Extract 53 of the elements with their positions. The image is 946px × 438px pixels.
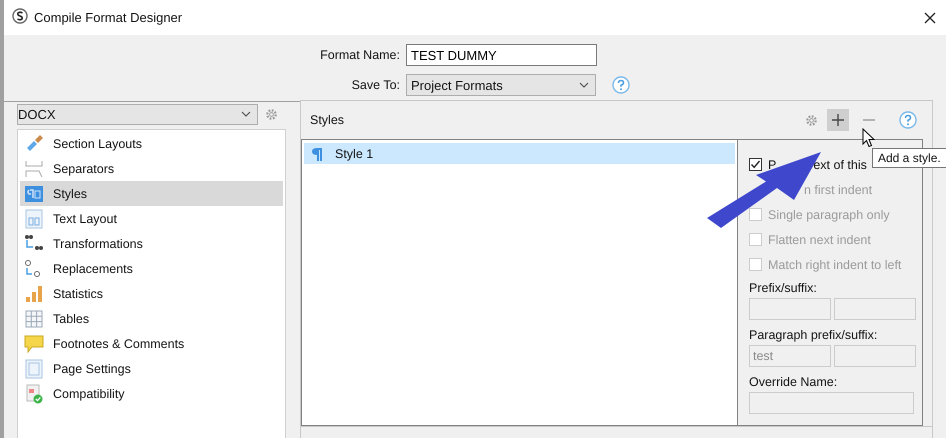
sidebar-item[interactable]: Tables (20, 306, 283, 331)
save-to-label: Save To: (350, 78, 400, 92)
speech-bubble-icon (24, 334, 44, 354)
sidebar-item[interactable]: Separators (20, 156, 283, 181)
tooltip: Add a style. (872, 148, 946, 168)
sidebar-item[interactable]: Footnotes & Comments (20, 331, 283, 356)
sidebar-item[interactable]: Section Layouts (20, 131, 283, 156)
paragraph-suffix-field[interactable] (834, 345, 916, 367)
checkmark-icon (750, 159, 761, 170)
option-label: Single paragraph only (768, 208, 890, 222)
help-icon[interactable] (899, 111, 917, 129)
sidebar-item[interactable]: Replacements (20, 256, 283, 281)
format-dropdown[interactable]: DOCX (17, 104, 258, 124)
save-to-dropdown[interactable]: Project Formats (406, 74, 596, 96)
sidebar-item[interactable]: Text Layout (20, 206, 283, 231)
paragraph-prefix-suffix-label: Paragraph prefix/suffix: (749, 328, 878, 342)
chevron-down-icon (579, 82, 589, 88)
option-label: ext of this (813, 158, 867, 172)
chevron-down-icon (241, 111, 251, 117)
option-label: Flatten next indent (768, 232, 871, 246)
mouse-cursor-icon (862, 128, 875, 148)
bar-chart-icon (24, 284, 44, 304)
document-check-icon (24, 384, 44, 404)
help-icon[interactable] (612, 76, 630, 94)
pilcrow-icon (312, 146, 322, 160)
sidebar-item[interactable]: Transformations (20, 231, 283, 256)
text-layout-icon (24, 208, 44, 228)
option-label: P (768, 158, 776, 172)
window-title: Compile Format Designer (34, 10, 184, 25)
checkbox[interactable] (749, 158, 762, 171)
sidebar-item[interactable]: Styles (20, 181, 283, 206)
override-name-label: Override Name: (749, 375, 838, 389)
settings-icon[interactable] (265, 108, 278, 120)
page-icon (24, 358, 44, 378)
prefix-field[interactable] (749, 298, 831, 320)
format-name-label: Format Name: (319, 48, 400, 62)
sidebar-item[interactable]: Compatibility (20, 381, 283, 406)
prefix-suffix-label: Prefix/suffix: (749, 281, 818, 295)
option-label: Match right indent to left (768, 258, 902, 272)
option-label: n first indent (804, 182, 872, 196)
style-item[interactable]: Style 1 (304, 143, 735, 164)
paragraph-styles-icon (24, 184, 44, 204)
suffix-field[interactable] (834, 298, 916, 320)
override-name-field[interactable] (749, 392, 914, 414)
panel-title: Styles (310, 113, 346, 127)
add-icon[interactable] (827, 109, 849, 131)
sidebar-item[interactable]: Page Settings (20, 356, 283, 381)
settings-icon[interactable] (805, 114, 818, 126)
sidebar-item[interactable]: Statistics (20, 281, 283, 306)
close-icon[interactable] (924, 12, 936, 24)
table-icon (24, 308, 44, 328)
separator-icon (24, 158, 44, 178)
format-name-field[interactable]: TEST DUMMY (406, 44, 597, 66)
